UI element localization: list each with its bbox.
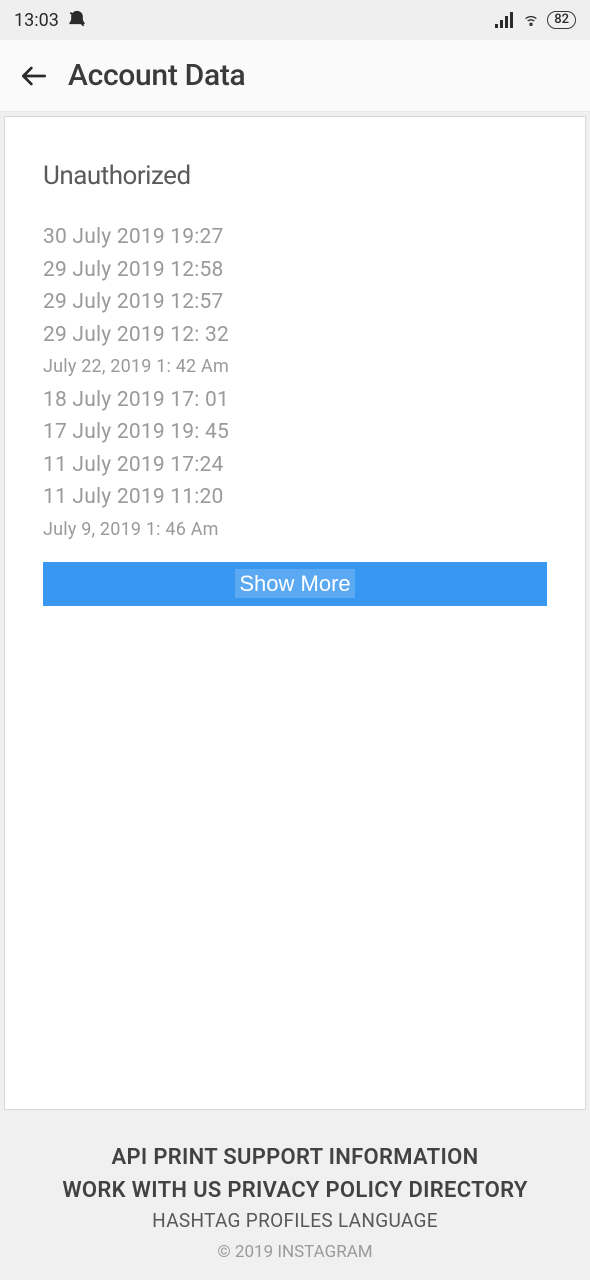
mute-icon	[67, 10, 87, 30]
signal-icon	[495, 12, 515, 28]
wifi-icon	[521, 12, 541, 28]
section-title: Unauthorized	[43, 161, 547, 191]
activity-item: 29 July 2019 12: 32	[43, 319, 547, 352]
activity-item: 11 July 2019 17:24	[43, 449, 547, 482]
status-right: 82	[495, 11, 576, 29]
footer-links-row-3[interactable]: HASHTAG PROFILES LANGUAGE	[10, 1209, 580, 1232]
arrow-left-icon	[18, 60, 50, 92]
footer-links-row-1[interactable]: API PRINT SUPPORT INFORMATION	[10, 1141, 580, 1174]
status-time: 13:03	[14, 10, 59, 31]
footer-links-row-2[interactable]: WORK WITH US PRIVACY POLICY DIRECTORY	[10, 1174, 580, 1207]
show-more-label: Show More	[235, 569, 354, 598]
content-card: Unauthorized 30 July 2019 19:2729 July 2…	[4, 116, 586, 1110]
activity-item: 29 July 2019 12:57	[43, 286, 547, 319]
activity-list: 30 July 2019 19:2729 July 2019 12:5829 J…	[43, 221, 547, 546]
activity-item: July 22, 2019 1: 42 Am	[43, 351, 547, 383]
battery-indicator: 82	[547, 11, 576, 29]
header-bar: Account Data	[0, 40, 590, 112]
footer: API PRINT SUPPORT INFORMATION WORK WITH …	[0, 1127, 590, 1280]
back-button[interactable]	[14, 56, 54, 96]
activity-item: July 9, 2019 1: 46 Am	[43, 514, 547, 546]
footer-copyright: © 2019 INSTAGRAM	[10, 1242, 580, 1262]
status-left: 13:03	[14, 10, 87, 31]
page-title: Account Data	[68, 58, 245, 93]
status-bar: 13:03 82	[0, 0, 590, 40]
activity-item: 18 July 2019 17: 01	[43, 384, 547, 417]
activity-item: 30 July 2019 19:27	[43, 221, 547, 254]
show-more-button[interactable]: Show More	[43, 562, 547, 606]
activity-item: 11 July 2019 11:20	[43, 481, 547, 514]
activity-item: 17 July 2019 19: 45	[43, 416, 547, 449]
activity-item: 29 July 2019 12:58	[43, 254, 547, 287]
